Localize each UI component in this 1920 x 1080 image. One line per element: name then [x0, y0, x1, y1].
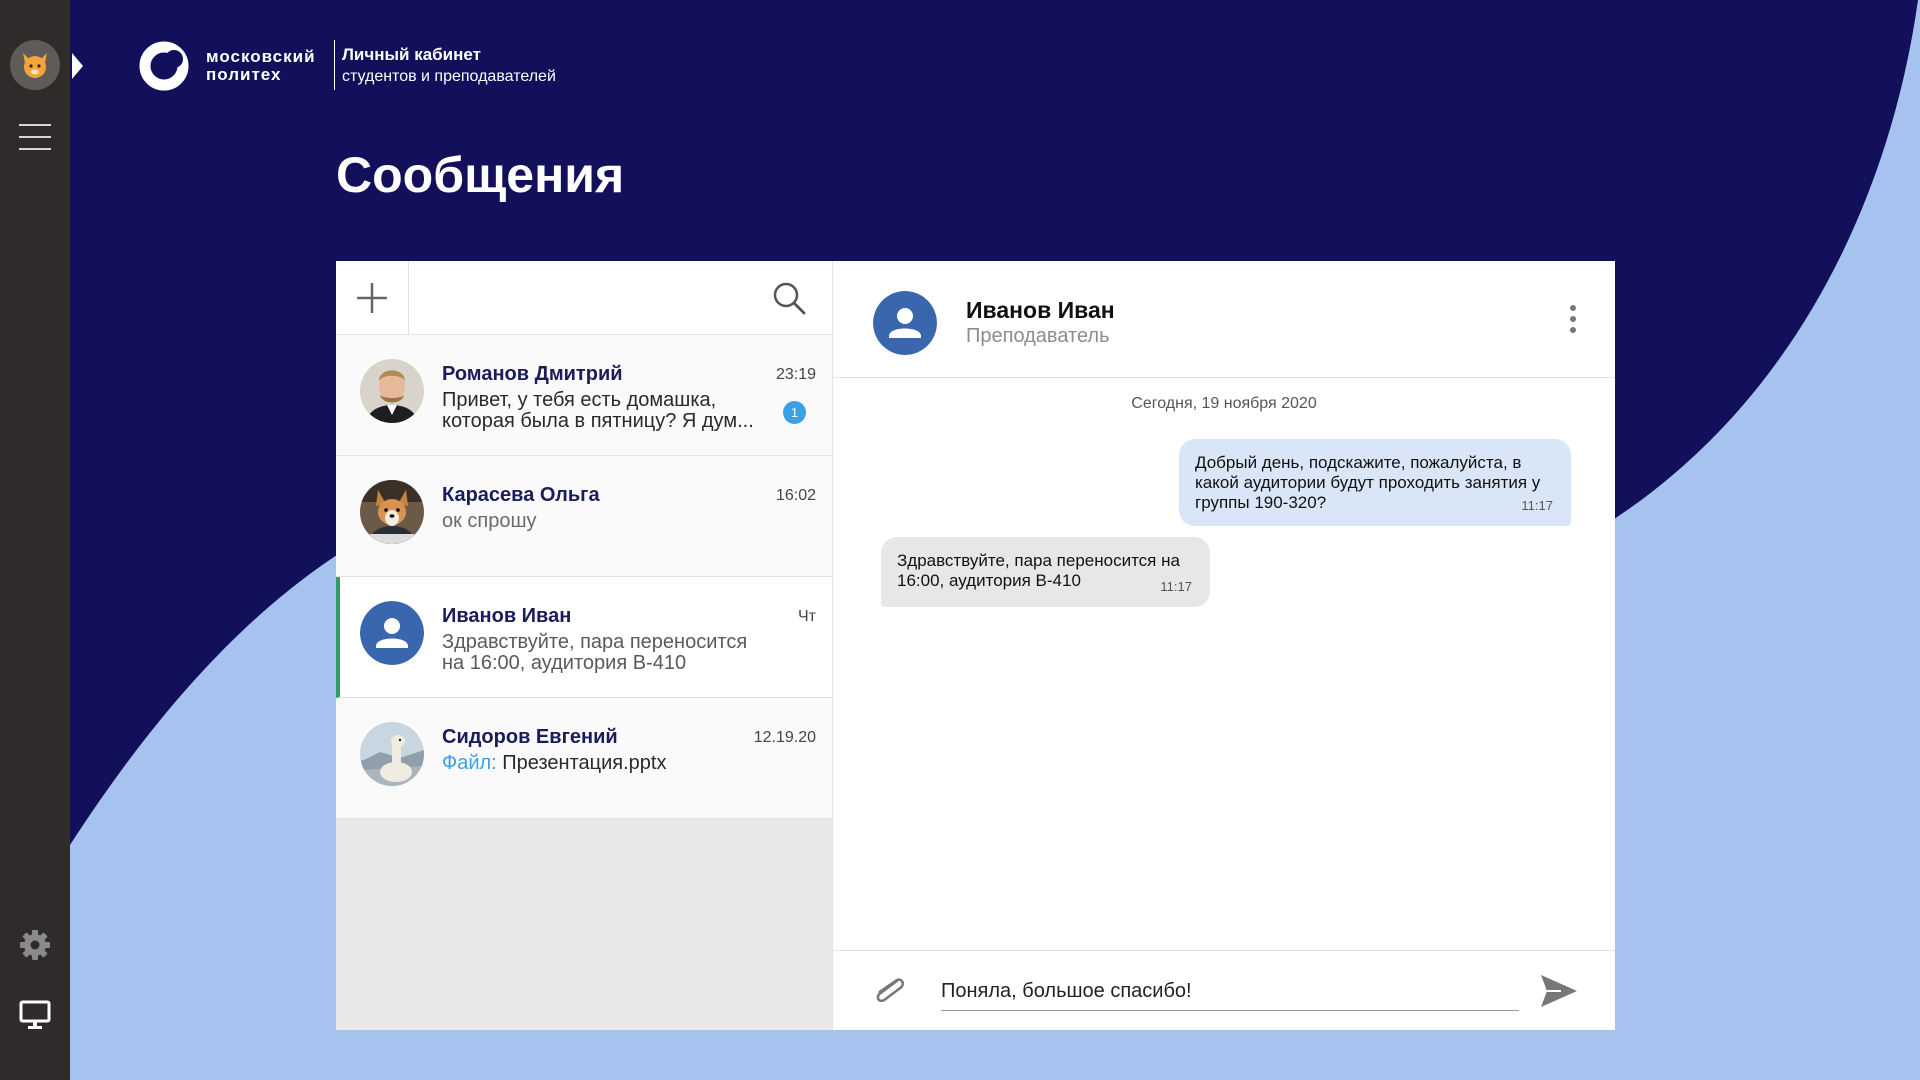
- conversation-item[interactable]: Сидоров Евгений 12.19.20 Файл: Презентац…: [336, 698, 832, 819]
- cat-avatar-icon: [23, 53, 47, 78]
- conversation-avatar: [360, 722, 424, 786]
- conversation-time: 23:19: [775, 366, 816, 383]
- conversation-avatar: [360, 480, 424, 544]
- date-separator: Сегодня, 19 ноября 2020: [1131, 395, 1317, 412]
- chat-avatar[interactable]: [873, 291, 937, 355]
- gear-icon[interactable]: [19, 929, 51, 961]
- default-user-icon: [873, 291, 937, 355]
- conversation-time: 16:02: [775, 487, 816, 504]
- menu-icon[interactable]: [19, 124, 51, 150]
- logo-wordmark: московский политех: [206, 48, 316, 84]
- conversation-avatar: [360, 359, 424, 423]
- paperclip-icon[interactable]: [871, 971, 907, 1011]
- message-text: Здравствуйте, пара переносится на 16:00,…: [897, 551, 1180, 590]
- photo-alpaca-icon: [360, 722, 424, 786]
- page-title: Сообщения: [336, 147, 625, 203]
- chat-header: Иванов Иван Преподаватель: [833, 261, 1615, 378]
- logo-line1: московский: [206, 47, 316, 66]
- file-name: Презентация.pptx: [502, 752, 667, 774]
- search-icon[interactable]: [772, 281, 806, 315]
- logo-line2: политех: [206, 65, 282, 84]
- logo-divider: [334, 40, 335, 90]
- message-bubble-incoming: Здравствуйте, пара переносится на 16:00,…: [881, 537, 1210, 607]
- chat-area: Иванов Иван Преподаватель Сегодня, 19 но…: [833, 261, 1615, 1030]
- monitor-icon[interactable]: [19, 999, 51, 1031]
- conversation-list: Романов Дмитрий 23:19 Привет, у тебя ест…: [336, 261, 833, 1030]
- message-text: Добрый день, подскажите, пожалуйста, в к…: [1195, 453, 1541, 512]
- message-time: 11:17: [1521, 498, 1553, 513]
- conversation-item[interactable]: Романов Дмитрий 23:19 Привет, у тебя ест…: [336, 335, 832, 456]
- conversation-item[interactable]: Карасева Ольга 16:02 ок спрошу: [336, 456, 832, 577]
- conversation-time: Чт: [798, 608, 816, 625]
- message-time: 11:17: [1160, 579, 1192, 594]
- logo: московский политех Личный кабинет студен…: [138, 40, 556, 92]
- logo-mark-icon: [139, 41, 189, 91]
- message-composer: [833, 950, 1615, 1030]
- messenger-panel: Романов Дмитрий 23:19 Привет, у тебя ест…: [336, 261, 1615, 1030]
- conversation-name: Карасева Ольга: [442, 484, 600, 506]
- cabinet-title: Личный кабинет: [342, 45, 481, 64]
- conversation-preview: Здравствуйте, пара переносится на 16:00,…: [442, 631, 748, 674]
- conversation-toolbar: [336, 261, 832, 335]
- cabinet-label: Личный кабинет студентов и преподавателе…: [342, 45, 556, 87]
- conversation-preview: Привет, у тебя есть домашка, которая был…: [442, 389, 754, 432]
- message-bubble-outgoing: Добрый день, подскажите, пожалуйста, в к…: [1179, 439, 1571, 526]
- user-avatar[interactable]: [10, 40, 60, 90]
- plus-icon: [357, 282, 387, 313]
- file-label: Файл:: [442, 752, 497, 774]
- more-vertical-icon[interactable]: [1569, 305, 1577, 335]
- conversation-name: Сидоров Евгений: [442, 726, 618, 748]
- photo-dog-icon: [360, 480, 424, 544]
- photo-man-icon: [360, 359, 424, 423]
- cabinet-subtitle: студентов и преподавателей: [342, 68, 556, 85]
- send-icon[interactable]: [1539, 973, 1579, 1009]
- new-conversation-button[interactable]: [336, 261, 409, 334]
- default-user-icon: [360, 601, 424, 665]
- chat-contact-name: Иванов Иван: [966, 297, 1115, 323]
- conversation-name: Романов Дмитрий: [442, 363, 623, 385]
- conversation-preview: ок спрошу: [442, 510, 537, 532]
- conversation-name: Иванов Иван: [442, 605, 572, 627]
- chat-contact-role: Преподаватель: [966, 325, 1110, 347]
- conversation-avatar: [360, 601, 424, 665]
- conversation-preview: Файл: Презентация.pptx: [442, 753, 772, 774]
- message-input[interactable]: [941, 973, 1519, 1011]
- rail-expand-arrow-icon[interactable]: [72, 53, 83, 79]
- left-rail: [0, 0, 70, 1080]
- unread-badge: 1: [783, 401, 806, 424]
- conversation-item-active[interactable]: Иванов Иван Чт Здравствуйте, пара перено…: [336, 577, 832, 698]
- conversation-time: 12.19.20: [753, 729, 816, 746]
